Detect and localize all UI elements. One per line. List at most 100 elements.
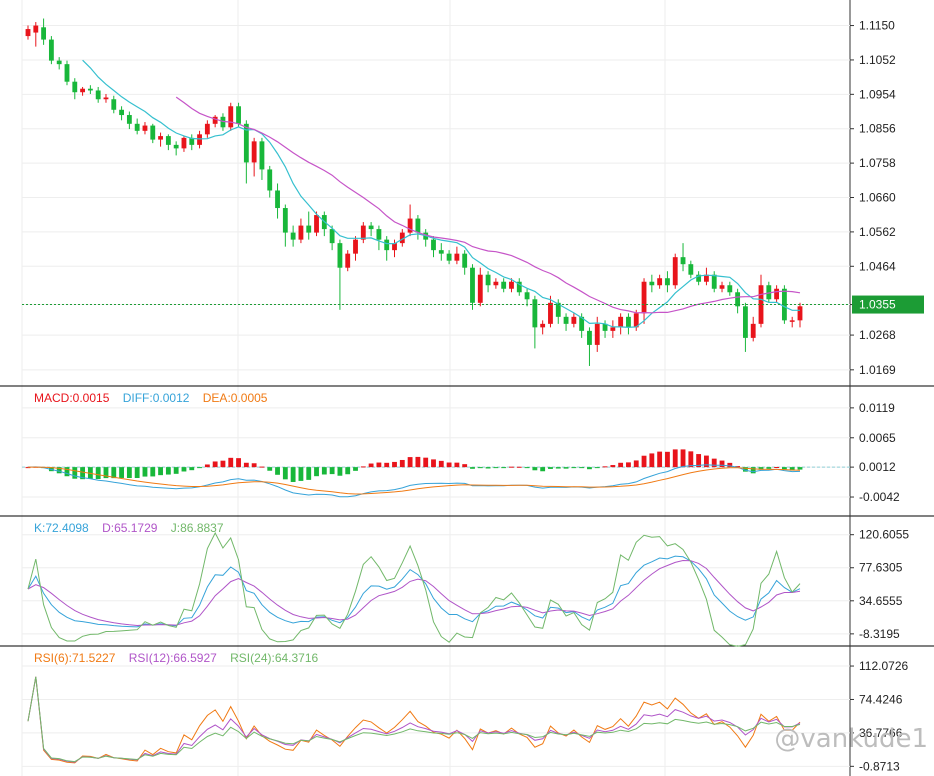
candle-body-98	[789, 320, 795, 322]
candle-body-96	[774, 288, 780, 300]
macd-bar-69	[563, 467, 569, 469]
candle-body-76	[618, 316, 624, 328]
macd-legend-dea: DEA:0.0005	[202, 391, 268, 405]
rsi-tick-label-1: 74.4246	[859, 692, 903, 706]
macd-bar-41	[345, 467, 351, 475]
candle-body-1	[33, 25, 39, 33]
macd-bar-82	[665, 451, 670, 468]
candle-body-12	[119, 109, 124, 116]
candle-body-50	[415, 218, 421, 233]
candle-body-92	[742, 306, 748, 338]
candle-body-3	[48, 39, 54, 61]
macd-bar-11	[111, 467, 117, 479]
macd-bar-68	[555, 467, 561, 469]
kdj-legend-k: K:72.4098	[34, 521, 89, 535]
macd-legend: MACD:0.0015 DIFF:0.0012 DEA:0.0005	[34, 391, 277, 405]
candle-body-15	[142, 125, 148, 131]
macd-bar-6	[72, 467, 78, 479]
macd-bar-89	[719, 460, 725, 468]
watermark: @vankude1	[774, 724, 928, 754]
macd-bar-20	[181, 467, 187, 472]
candle-body-44	[368, 225, 374, 230]
macd-bar-38	[321, 467, 327, 475]
macd-tick-label-3: -0.0042	[859, 490, 900, 504]
macd-bar-64	[524, 467, 530, 469]
candle-body-4	[56, 60, 62, 65]
macd-bar-46	[384, 462, 390, 468]
kdj-legend: K:72.4098 D:65.1729 J:86.8837	[34, 521, 234, 535]
candle-body-7	[80, 88, 86, 93]
chart-area: 1.1150 1.1052 1.0954 1.0856 1.0758 1.0660 1.05…	[0, 0, 934, 776]
macd-bar-12	[119, 467, 124, 478]
candle-body-89	[719, 285, 725, 289]
candle-body-23	[204, 123, 210, 135]
candle-body-69	[563, 316, 569, 324]
macd-bar-36	[306, 467, 312, 480]
kdj-legend-j: J:86.8837	[170, 521, 224, 535]
rsi-6-line	[27, 676, 801, 764]
macd-bar-77	[626, 462, 631, 468]
macd-bar-26	[228, 457, 234, 468]
macd-bar-95	[766, 467, 772, 469]
macd-bar-37	[314, 467, 319, 477]
macd-bar-18	[165, 467, 171, 475]
candle-body-61	[501, 281, 507, 289]
candle-body-73	[594, 323, 600, 345]
macd-bar-50	[415, 456, 421, 468]
candle-body-93	[750, 323, 756, 338]
macd-bar-13	[126, 467, 132, 479]
candle-body-67	[548, 302, 553, 324]
candle-body-88	[711, 274, 717, 289]
macd-bar-14	[134, 467, 140, 479]
macd-bar-79	[641, 455, 647, 468]
macd-bar-32	[275, 467, 280, 475]
macd-bar-61	[501, 467, 507, 469]
ma-short-line	[82, 59, 800, 329]
candle-body-9	[95, 90, 101, 100]
macd-bar-48	[399, 459, 405, 468]
price-tick-label-2: 1.0954	[859, 87, 896, 101]
candle-body-34	[290, 232, 296, 240]
candle-body-6	[72, 81, 78, 93]
macd-bar-76	[618, 462, 624, 468]
macd-bar-81	[657, 451, 663, 468]
candle-body-33	[282, 208, 288, 233]
macd-bar-96	[774, 467, 780, 469]
rsi-legend-6: RSI(6):71.5227	[34, 651, 116, 665]
rsi-legend-12: RSI(12):66.5927	[128, 651, 217, 665]
kdj-k-line	[27, 555, 801, 628]
macd-bar-67	[548, 467, 553, 469]
candle-body-13	[126, 115, 132, 124]
macd-bar-33	[282, 467, 288, 480]
candle-body-18	[165, 136, 171, 145]
macd-bar-9	[95, 467, 101, 480]
macd-bar-57	[470, 467, 475, 469]
candle-body-83	[672, 257, 678, 286]
price-tick-label-7: 1.0464	[859, 259, 896, 273]
candle-body-32	[275, 190, 280, 209]
kdj-tick-label-0: 120.6055	[859, 528, 909, 542]
kdj-d-line	[27, 559, 801, 627]
macd-bar-39	[329, 467, 335, 475]
macd-bar-73	[594, 467, 600, 469]
candle-body-41	[345, 253, 351, 268]
macd-bar-78	[633, 460, 639, 468]
macd-bar-85	[688, 451, 694, 468]
candle-body-22	[197, 134, 202, 145]
price-tick-label-1: 1.1052	[859, 53, 896, 67]
macd-bar-16	[150, 467, 156, 477]
macd-bar-24	[212, 461, 218, 468]
macd-bar-5	[64, 467, 70, 477]
candle-body-11	[111, 99, 117, 110]
candle-body-31	[267, 169, 273, 191]
candle-body-85	[688, 264, 694, 275]
candle-body-27	[236, 106, 241, 124]
macd-bar-71	[579, 467, 585, 469]
candle-body-79	[641, 281, 647, 314]
macd-bar-59	[485, 467, 491, 469]
candle-body-17	[158, 136, 163, 140]
macd-bar-58	[477, 467, 483, 469]
macd-bar-66	[540, 467, 546, 472]
candle-body-39	[329, 229, 335, 244]
macd-bar-99	[797, 467, 803, 470]
